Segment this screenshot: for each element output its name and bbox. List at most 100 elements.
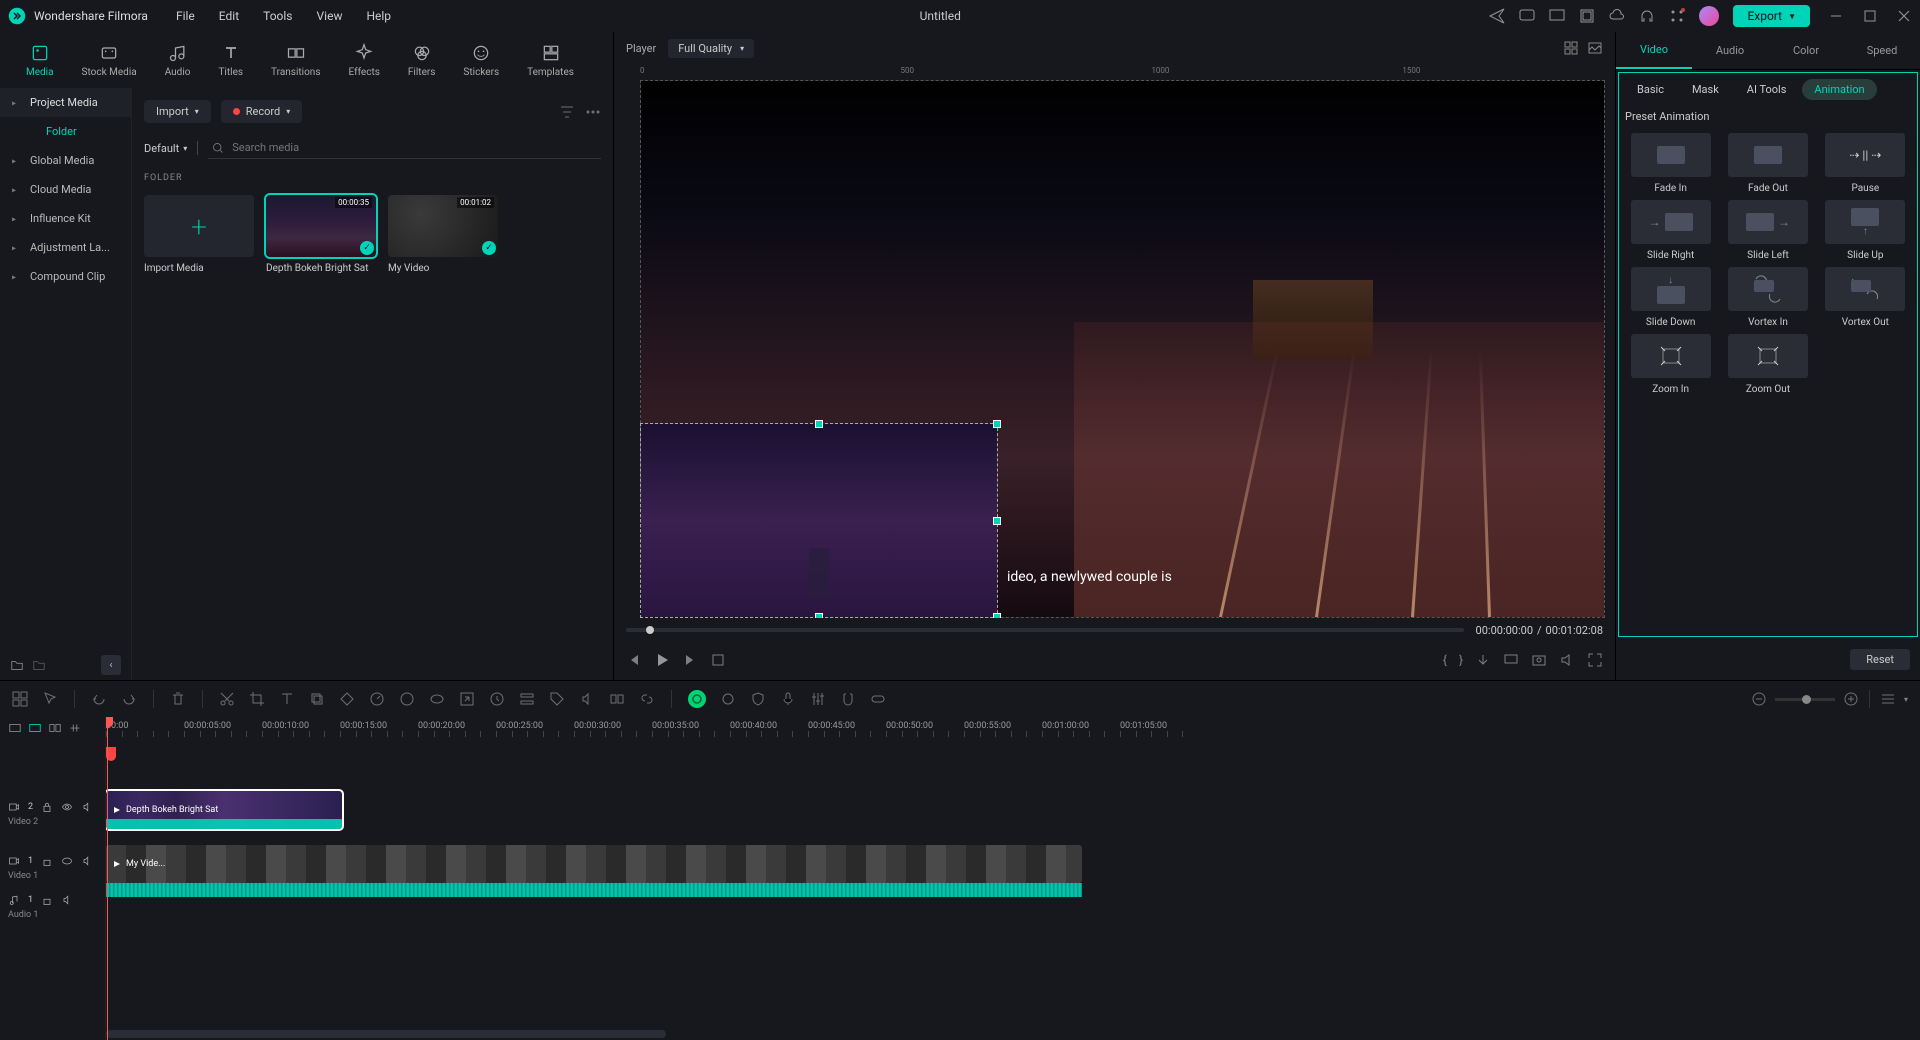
sidebar-folder[interactable]: Folder [0,117,131,146]
apps-icon[interactable] [1669,8,1685,24]
volume-icon[interactable] [1559,652,1575,668]
maximize-button[interactable] [1862,8,1878,24]
import-button[interactable]: Import▾ [144,100,211,123]
audio-icon[interactable] [579,691,595,707]
menu-help[interactable]: Help [366,9,391,23]
link-icon[interactable] [639,691,655,707]
text-icon[interactable] [279,691,295,707]
record-button[interactable]: Record▾ [221,100,303,123]
fullscreen-icon[interactable] [1587,652,1603,668]
horizontal-scrollbar[interactable] [106,1030,666,1038]
tab-stickers[interactable]: Stickers [449,37,513,84]
close-button[interactable] [1896,8,1912,24]
zoom-out-icon[interactable] [1751,691,1767,707]
tab-titles[interactable]: Titles [204,37,257,84]
playhead[interactable] [107,717,108,1040]
undo-icon[interactable] [91,691,107,707]
render-indicator[interactable] [688,690,706,708]
anim-slide-right[interactable]: →Slide Right [1625,200,1716,261]
group-icon[interactable] [609,691,625,707]
mark-out-icon[interactable]: } [1459,653,1463,667]
user-avatar[interactable] [1699,6,1719,26]
scrub-bar[interactable]: 00:00:00:00 / 00:01:02:08 [626,620,1603,640]
color-icon[interactable] [399,691,415,707]
send-icon[interactable] [1489,8,1505,24]
mute-icon[interactable] [61,894,73,906]
sort-dropdown[interactable]: Default▾ [144,142,187,155]
sidebar-global-media[interactable]: ▸Global Media [0,146,131,175]
mixer-icon[interactable] [810,691,826,707]
timeline-ruler[interactable]: 00:0000:00:05:0000:00:10:0000:00:15:0000… [106,717,1920,739]
minimize-button[interactable] [1828,8,1844,24]
tab-effects[interactable]: Effects [335,37,394,84]
image-icon[interactable] [1587,40,1603,56]
mask-icon[interactable] [429,691,445,707]
subtab-animation[interactable]: Animation [1802,79,1876,100]
preview-canvas[interactable]: ideo, a newlywed couple is [640,80,1605,618]
menu-edit[interactable]: Edit [219,9,239,23]
search-input[interactable] [232,141,597,154]
pip-overlay[interactable] [641,424,997,617]
marker-down-icon[interactable] [1475,652,1491,668]
cut-icon[interactable] [219,691,235,707]
copy-icon[interactable] [309,691,325,707]
anim-fade-out[interactable]: Fade Out [1722,133,1813,194]
anim-fade-in[interactable]: Fade In [1625,133,1716,194]
snapshot-icon[interactable] [1531,652,1547,668]
collapse-sidebar-button[interactable]: ‹ [101,655,121,675]
tab-color[interactable]: Color [1768,32,1844,69]
headphones-icon[interactable] [1639,8,1655,24]
clock-icon[interactable] [489,691,505,707]
tag-icon[interactable] [549,691,565,707]
subtab-ai[interactable]: AI Tools [1735,79,1799,100]
import-media-item[interactable]: + Import Media [144,195,254,274]
anim-zoom-in[interactable]: Zoom In [1625,334,1716,395]
anim-slide-left[interactable]: →Slide Left [1722,200,1813,261]
more-icon[interactable] [585,104,601,120]
toggle-b-icon[interactable] [28,721,42,735]
sidebar-influence-kit[interactable]: ▸Influence Kit [0,204,131,233]
quality-dropdown[interactable]: Full Quality▾ [668,39,754,58]
menu-tools[interactable]: Tools [263,9,292,23]
media-clip-item[interactable]: 00:00:35 ✓ Depth Bokeh Bright Sat [266,195,376,274]
library-icon[interactable] [1579,8,1595,24]
sidebar-project-media[interactable]: ▸Project Media [0,88,131,117]
clip-depth-bokeh[interactable]: Depth Bokeh Bright Sat [106,791,342,829]
filter-icon[interactable] [559,104,575,120]
menu-file[interactable]: File [176,9,195,23]
shield-icon[interactable] [750,691,766,707]
eye-icon[interactable] [61,855,73,867]
mark-in-icon[interactable]: { [1443,653,1447,667]
zoom-in-icon[interactable] [1843,691,1859,707]
new-folder-icon[interactable] [10,658,24,672]
sidebar-compound[interactable]: ▸Compound Clip [0,262,131,291]
cursor-icon[interactable] [42,691,58,707]
subtab-basic[interactable]: Basic [1625,79,1676,100]
speed-icon[interactable] [369,691,385,707]
display-icon[interactable] [1503,652,1519,668]
stop-icon[interactable] [710,652,726,668]
keyframe-icon[interactable] [339,691,355,707]
toggle-d-icon[interactable] [68,721,82,735]
anim-vortex-in[interactable]: Vortex In [1722,267,1813,328]
lock-icon[interactable] [41,855,53,867]
zoom-slider[interactable] [1775,698,1835,701]
mic-icon[interactable] [780,691,796,707]
next-icon[interactable] [682,652,698,668]
lock-icon[interactable] [41,894,53,906]
menu-view[interactable]: View [317,9,343,23]
track-icon[interactable] [519,691,535,707]
anim-vortex-out[interactable]: Vortex Out [1820,267,1911,328]
track-video1[interactable]: My Vide... [106,841,1920,895]
clip-my-video[interactable]: My Vide... [106,845,1082,883]
track-video2[interactable]: Depth Bokeh Bright Sat [106,787,1920,841]
tab-audio[interactable]: Audio [1692,32,1768,69]
toggle-c-icon[interactable] [48,721,62,735]
crop-icon[interactable] [249,691,265,707]
record-icon[interactable] [720,691,736,707]
lock-icon[interactable] [41,801,53,813]
anim-slide-up[interactable]: ↑Slide Up [1820,200,1911,261]
detach-icon[interactable] [459,691,475,707]
mute-icon[interactable] [81,855,93,867]
tab-media[interactable]: Media [12,37,68,84]
